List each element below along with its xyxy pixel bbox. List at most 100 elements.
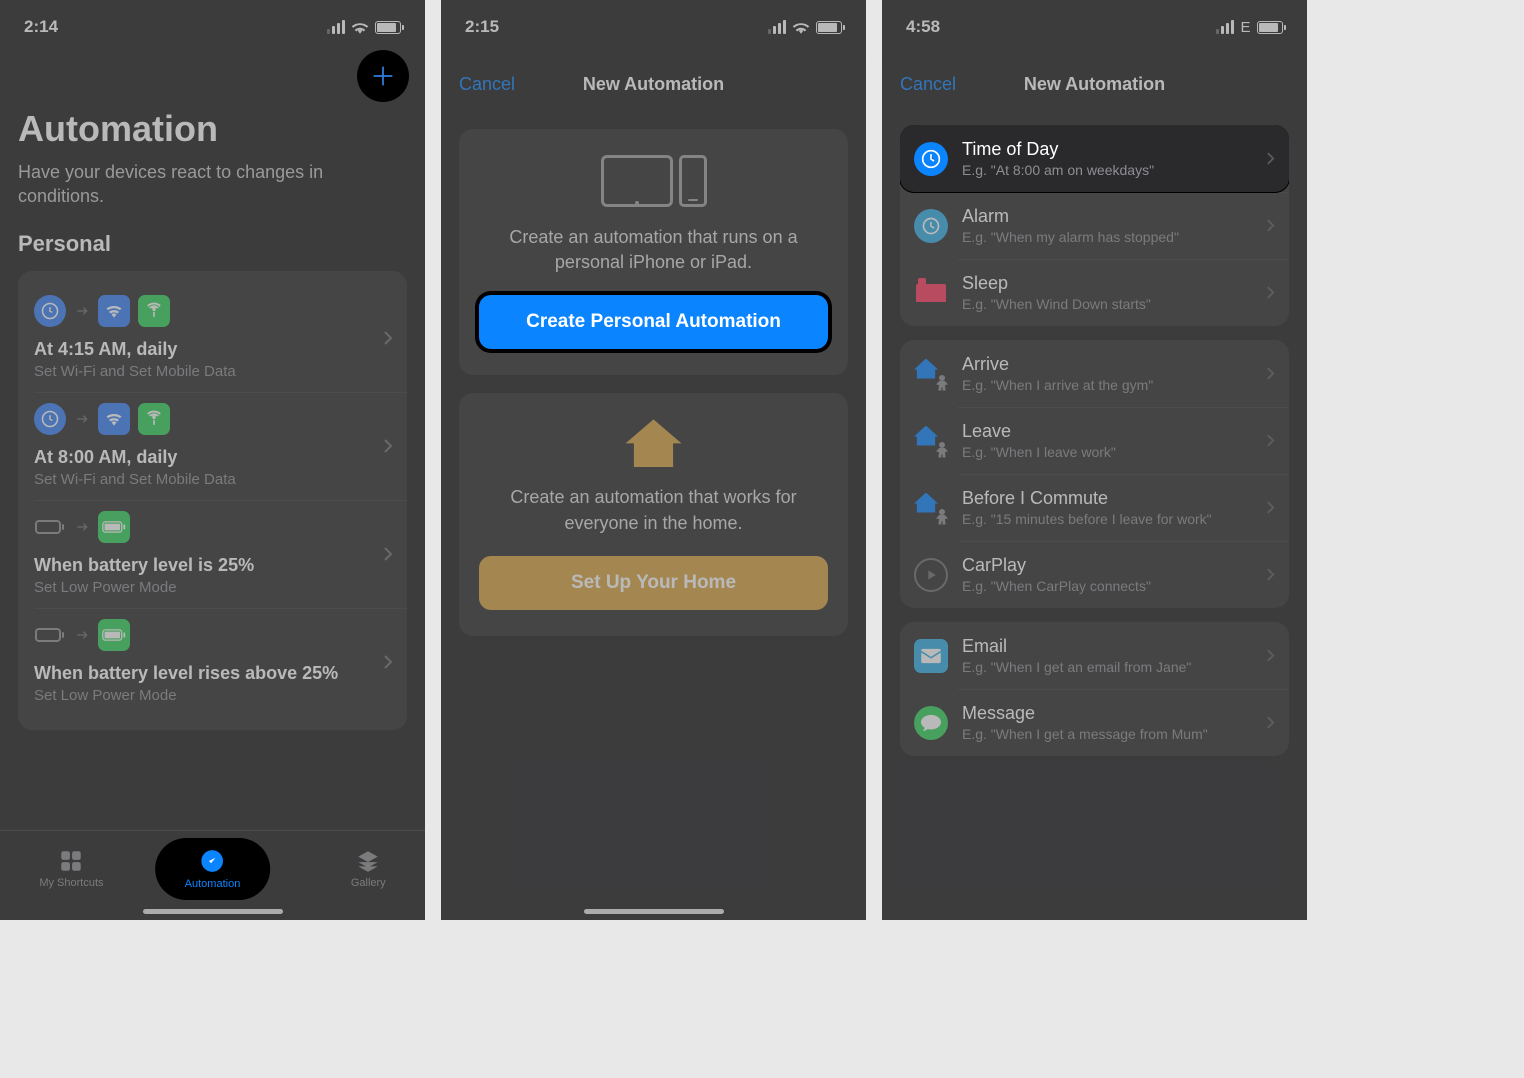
trigger-modal: Cancel New Automation Time of Day E.g. "… (882, 54, 1307, 920)
automation-item[interactable]: When battery level is 25% Set Low Power … (34, 500, 407, 608)
automation-sub: Set Low Power Mode (34, 687, 365, 704)
cellular-icon (327, 20, 345, 34)
home-indicator[interactable] (584, 909, 724, 914)
trigger-leave[interactable]: Leave E.g. "When I leave work" (900, 407, 1289, 474)
cancel-button[interactable]: Cancel (459, 74, 515, 95)
personal-desc: Create an automation that runs on a pers… (479, 225, 828, 275)
page-title: Automation (18, 108, 407, 150)
status-time: 4:58 (906, 17, 940, 37)
trigger-title: Time of Day (962, 139, 1252, 160)
chevron-icon (1266, 648, 1275, 663)
page-subtitle: Have your devices react to changes in co… (18, 160, 407, 209)
home-indicator[interactable] (143, 909, 283, 914)
chevron-icon (1266, 433, 1275, 448)
tab-automation[interactable]: Automation (155, 838, 271, 900)
wifi-icon (351, 20, 369, 34)
clock-icon (914, 209, 948, 243)
clock-icon (914, 142, 948, 176)
trigger-arrive[interactable]: Arrive E.g. "When I arrive at the gym" (900, 340, 1289, 407)
chevron-icon (1266, 151, 1275, 166)
screen-automation-list: 2:14 Automation Have your devices react … (0, 0, 425, 920)
automation-title: At 4:15 AM, daily (34, 339, 365, 360)
network-label: E (1240, 19, 1251, 36)
house-person-icon (914, 426, 948, 456)
clock-icon (34, 295, 66, 327)
automation-card: At 4:15 AM, daily Set Wi-Fi and Set Mobi… (18, 271, 407, 730)
cellular-icon (768, 20, 786, 34)
battery-low-icon (98, 619, 130, 651)
battery-empty-icon (34, 619, 66, 651)
setup-home-button[interactable]: Set Up Your Home (479, 556, 828, 610)
section-title: Personal (18, 231, 407, 257)
wifi-icon (98, 403, 130, 435)
trigger-sub: E.g. "When I get a message from Mum" (962, 726, 1252, 742)
status-time: 2:14 (24, 17, 58, 37)
trigger-title: Arrive (962, 354, 1252, 375)
trigger-alarm[interactable]: Alarm E.g. "When my alarm has stopped" (900, 192, 1289, 259)
tab-gallery[interactable]: Gallery (351, 848, 386, 889)
house-person-icon (914, 359, 948, 389)
home-automation-card: Create an automation that works for ever… (459, 393, 848, 635)
cancel-button[interactable]: Cancel (900, 74, 956, 95)
chevron-icon (1266, 366, 1275, 381)
chevron-icon (383, 654, 393, 670)
carplay-icon (914, 558, 948, 592)
arrow-icon (74, 627, 90, 643)
trigger-sub: E.g. "When my alarm has stopped" (962, 229, 1252, 245)
add-button[interactable] (357, 50, 409, 102)
trigger-message[interactable]: Message E.g. "When I get a message from … (900, 689, 1289, 756)
trigger-title: Email (962, 636, 1252, 657)
battery-icon (816, 21, 842, 34)
automation-sub: Set Wi-Fi and Set Mobile Data (34, 363, 365, 380)
arrow-icon (74, 411, 90, 427)
cellular-icon (1216, 20, 1234, 34)
chevron-icon (383, 546, 393, 562)
trigger-group: Arrive E.g. "When I arrive at the gym" L… (900, 340, 1289, 608)
message-icon (914, 706, 948, 740)
modal-title: New Automation (583, 74, 724, 95)
chevron-icon (1266, 218, 1275, 233)
screen-trigger-chooser: 4:58 E Cancel New Automation Time of Day… (882, 0, 1307, 920)
automation-item[interactable]: When battery level rises above 25% Set L… (34, 608, 407, 716)
trigger-group: Time of Day E.g. "At 8:00 am on weekdays… (900, 125, 1289, 326)
trigger-sleep[interactable]: Sleep E.g. "When Wind Down starts" (900, 259, 1289, 326)
trigger-sub: E.g. "When I leave work" (962, 444, 1252, 460)
screen-new-automation-type: 2:15 Cancel New Automation Create an aut… (441, 0, 866, 920)
automation-item[interactable]: At 4:15 AM, daily Set Wi-Fi and Set Mobi… (34, 285, 407, 392)
automation-icon (200, 848, 226, 874)
cellular-icon (138, 295, 170, 327)
automation-title: When battery level is 25% (34, 555, 365, 576)
chevron-icon (1266, 715, 1275, 730)
trigger-sub: E.g. "When CarPlay connects" (962, 578, 1252, 594)
tab-label: My Shortcuts (39, 877, 103, 889)
battery-icon (375, 21, 401, 34)
clock-icon (34, 403, 66, 435)
trigger-sub: E.g. "At 8:00 am on weekdays" (962, 162, 1252, 178)
trigger-group: Email E.g. "When I get an email from Jan… (900, 622, 1289, 756)
automation-item[interactable]: At 8:00 AM, daily Set Wi-Fi and Set Mobi… (34, 392, 407, 500)
battery-icon (1257, 21, 1283, 34)
house-person-icon (914, 493, 948, 523)
status-bar: 2:15 (441, 0, 866, 48)
trigger-carplay[interactable]: CarPlay E.g. "When CarPlay connects" (900, 541, 1289, 608)
automation-title: At 8:00 AM, daily (34, 447, 365, 468)
personal-automation-card: Create an automation that runs on a pers… (459, 129, 848, 375)
chevron-icon (1266, 567, 1275, 582)
new-automation-modal: Cancel New Automation Create an automati… (441, 54, 866, 920)
trigger-sub: E.g. "When Wind Down starts" (962, 296, 1252, 312)
chevron-icon (1266, 285, 1275, 300)
chevron-icon (383, 330, 393, 346)
create-personal-automation-button[interactable]: Create Personal Automation (479, 295, 828, 349)
trigger-sub: E.g. "When I arrive at the gym" (962, 377, 1252, 393)
battery-low-icon (98, 511, 130, 543)
trigger-time-of-day[interactable]: Time of Day E.g. "At 8:00 am on weekdays… (900, 125, 1289, 192)
arrow-icon (74, 519, 90, 535)
trigger-sub: E.g. "15 minutes before I leave for work… (962, 511, 1252, 527)
stack-icon (355, 848, 381, 874)
automation-title: When battery level rises above 25% (34, 663, 365, 684)
trigger-before-commute[interactable]: Before I Commute E.g. "15 minutes before… (900, 474, 1289, 541)
tab-shortcuts[interactable]: My Shortcuts (39, 848, 103, 889)
status-time: 2:15 (465, 17, 499, 37)
trigger-email[interactable]: Email E.g. "When I get an email from Jan… (900, 622, 1289, 689)
wifi-icon (792, 20, 810, 34)
